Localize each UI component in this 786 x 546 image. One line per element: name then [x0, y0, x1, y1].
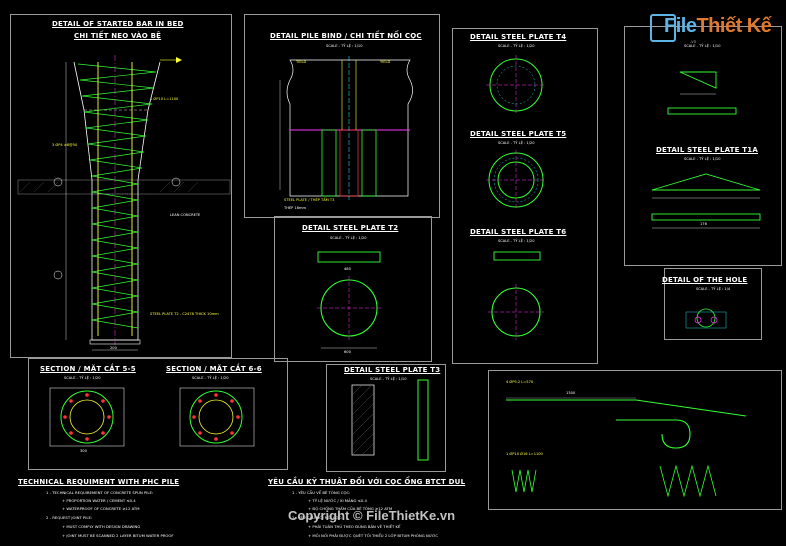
label-steel-thick: THÉP 16mm: [284, 206, 307, 210]
requirements-en-line: + WATERPROOF OF CONCRETE ≥12 ATM: [62, 506, 140, 511]
label-rebar-note: 4 ØP9.2 L=570: [506, 380, 534, 384]
scale-plate-t1: SCALE - TỶ LỆ : 1/10: [684, 44, 721, 48]
label-pile-right: YIELD: [380, 60, 391, 64]
scale-pile-bind: SCALE - TỶ LỆ : 1/10: [326, 44, 363, 48]
scale-section-55: SCALE - TỶ LỆ : 1/20: [64, 376, 101, 380]
panel-plates-t4-t6: [452, 28, 598, 364]
logo-text: FileThiết Kế: [664, 15, 772, 38]
title-pile-bind: DETAIL PILE BIND / CHI TIẾT NỐI CỌC: [270, 32, 422, 40]
scale-plate-t4: SCALE - TỶ LỆ : 1/20: [498, 44, 535, 48]
scale-hole: SCALE - TỶ LỆ : 1/4: [696, 287, 731, 291]
label-pile-left: TIELD: [296, 60, 307, 64]
copyright-watermark: Copyright © FileThietKe.vn: [288, 508, 456, 523]
scale-plate-t3: SCALE - TỶ LỆ : 1/10: [370, 377, 407, 381]
requirements-vi-line: 1 - YÊU CẦU VỀ BÊ TÔNG CỌC:: [292, 490, 351, 495]
scale-plate-t5: SCALE - TỶ LỆ : 1/20: [498, 141, 535, 145]
logo-text-a: File: [664, 15, 697, 37]
title-plate-t1a: DETAIL STEEL PLATE T1A: [656, 146, 758, 154]
logo-text-b: Thiết Kế: [696, 15, 772, 37]
title-started-bar: DETAIL OF STARTED BAR IN BED: [52, 20, 184, 28]
subtitle-started-bar: CHI TIẾT NEO VÀO BỆ: [74, 32, 162, 40]
scale-plate-t6: SCALE - TỶ LỆ : 1/20: [498, 239, 535, 243]
label-weld-note: STEEL PLATE / THÉP TẤM T3: [284, 198, 335, 202]
logo-tld: .vn: [690, 39, 697, 44]
title-plate-t3: DETAIL STEEL PLATE T3: [344, 366, 441, 374]
scale-plate-t2: SCALE - TỶ LỆ : 1/20: [330, 236, 367, 240]
requirements-en-line: 1 - TECHNICAL REQUIREMENT OF CONCRETE SP…: [46, 490, 154, 495]
requirements-vi-line: + TỶ LỆ NƯỚC / XI MĂNG ≤0.4: [308, 498, 367, 503]
requirements-en-title: TECHNICAL REQUIMENT WITH PHC PILE: [18, 478, 180, 486]
label-bend-note: 1 ØP10 Ø16 L=1100: [506, 452, 543, 456]
label-spiral-note: 3 ØP4 ≥8@50: [52, 143, 78, 147]
brand-logo: FileThiết Kế .vn: [650, 12, 778, 44]
requirements-en-line: + JOINT MUST BE SCANNED 2 LAYER BITUM WA…: [62, 533, 174, 538]
title-hole: DETAIL OF THE HOLE: [662, 276, 748, 284]
title-plate-t5: DETAIL STEEL PLATE T5: [470, 130, 567, 138]
title-plate-t6: DETAIL STEEL PLATE T6: [470, 228, 567, 236]
requirements-vi-line: + MỐI NỐI PHẢI ĐƯỢC QUÉT TỐI THIỂU 2 LỚP…: [308, 533, 439, 538]
label-dim-176: 176: [700, 222, 707, 226]
scale-plate-t1a: SCALE - TỶ LỆ : 1/10: [684, 157, 721, 161]
title-plate-t2: DETAIL STEEL PLATE T2: [302, 224, 399, 232]
label-lean-concrete: LEAN CONCRETE: [170, 213, 201, 217]
requirements-en-line: + PROPORTION WATER / CEMENT ≤0.4: [62, 498, 136, 503]
requirements-en-line: + MUST COMPLY WITH DESIGN DRAWING: [62, 524, 141, 529]
title-plate-t4: DETAIL STEEL PLATE T4: [470, 33, 567, 41]
label-dim-300: 300: [80, 449, 87, 453]
label-bar-note: 1 ØP10 L=1100: [150, 97, 179, 101]
label-dim-1300: 1300: [566, 391, 576, 395]
scale-section-66: SCALE - TỶ LỆ : 1/20: [192, 376, 229, 380]
panel-bars: [488, 370, 782, 510]
label-plate-note: STEEL PLATE T2 - C2478 THICK 10mm: [150, 312, 219, 316]
panel-started-bar: [10, 14, 232, 358]
label-dim-600: 600: [344, 350, 351, 354]
title-section-66: SECTION / MẶT CẮT 6-6: [166, 365, 262, 373]
requirements-en-line: 2 - REQUEST JOINT PILE:: [46, 515, 93, 520]
title-section-55: SECTION / MẶT CẮT 5-5: [40, 365, 136, 373]
panel-sections: [28, 358, 288, 470]
label-dim-200: 200: [110, 346, 117, 350]
requirements-vi-title: YÊU CẦU KỸ THUẬT ĐỐI VỚI CỌC ỐNG BTCT DU…: [268, 478, 466, 486]
requirements-vi-line: + PHẢI TUÂN THỦ THEO ĐÚNG BẢN VẼ THIẾT K…: [308, 524, 401, 529]
label-dim-480: 480: [344, 267, 351, 271]
